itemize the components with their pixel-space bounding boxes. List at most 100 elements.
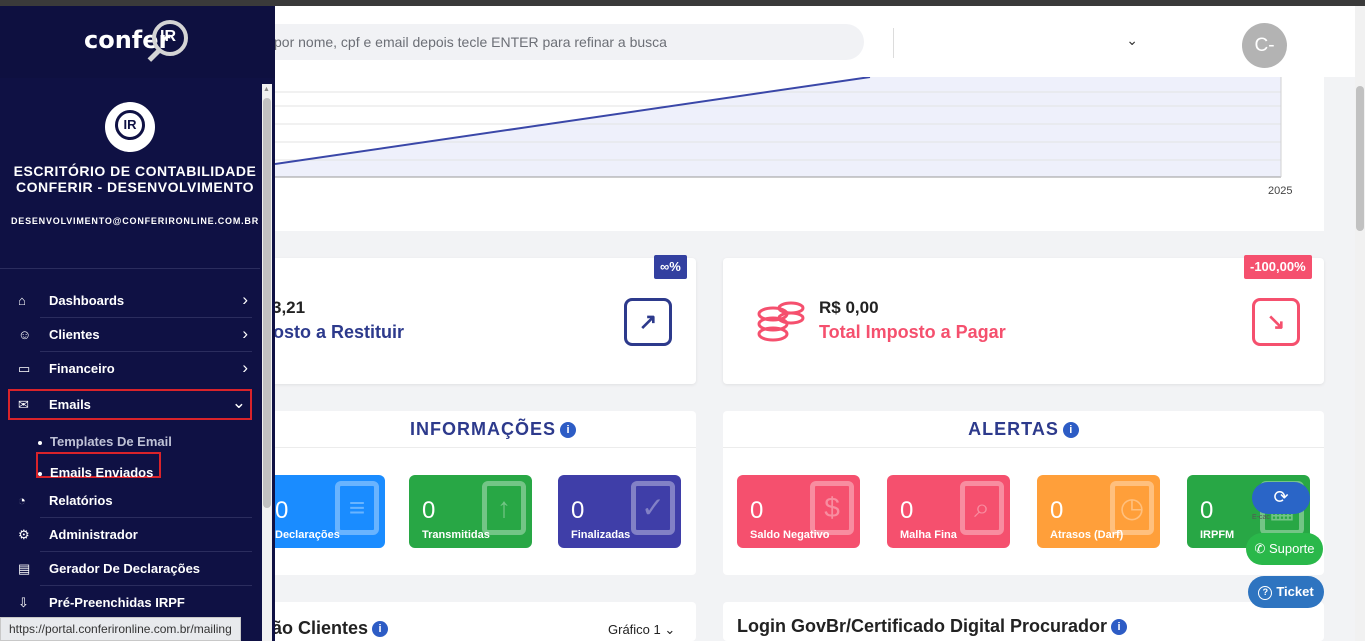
brand-logo[interactable]: confer IR	[0, 6, 275, 78]
item-divider	[40, 351, 252, 352]
whatsapp-icon: ✆	[1254, 541, 1266, 556]
avatar[interactable]: C-	[1242, 23, 1287, 68]
tile-label: Atrasos (Darf)	[1050, 529, 1124, 541]
item-divider	[40, 317, 252, 318]
sidebar-item-label: Gerador De Declarações	[49, 561, 201, 576]
suporte-button[interactable]: ✆ Suporte	[1246, 533, 1323, 565]
cloud-sync-icon: ⟳	[1252, 482, 1310, 514]
info-icon[interactable]: i	[1062, 422, 1079, 438]
sidebar-item-relatorios[interactable]: ◔ Relatórios	[8, 485, 252, 518]
sidebar-item-emails[interactable]: ✉ Emails ⌄	[8, 389, 252, 420]
company-select[interactable]: ⌄	[912, 26, 1148, 58]
login-govbr-title: Login GovBr/Certificado Digital Procurad…	[737, 616, 1128, 637]
ticket-label: Ticket	[1276, 584, 1314, 599]
kpi-pagar-badge: -100,00%	[1244, 255, 1312, 279]
coins-icon	[757, 300, 805, 344]
sidebar-item-clientes[interactable]: ☺ Clientes ›	[8, 319, 252, 352]
sidebar-subitem-templates[interactable]: Templates De Email	[38, 434, 172, 449]
chevron-down-icon: ⌄	[664, 622, 676, 637]
subitem-label: Templates De Email	[50, 434, 172, 449]
kpi-restituir-card: 3,21 posto a Restituir ∞% ↗	[250, 255, 696, 384]
panel-divider	[250, 447, 696, 448]
evolution-chart	[275, 77, 1282, 178]
chevron-right-icon: ›	[242, 324, 248, 343]
sidebar-divider	[0, 268, 260, 269]
question-icon: ?	[1258, 586, 1273, 600]
kpi-restituir-badge: ∞%	[654, 255, 687, 279]
org-logo: IR	[105, 102, 155, 152]
sidebar-subitem-emails-enviados[interactable]: Emails Enviados	[38, 465, 153, 480]
bullet-icon	[38, 471, 42, 476]
sidebar-item-label: Financeiro	[49, 361, 115, 376]
tile-declaracoes[interactable]: ≡ 0 Declarações	[262, 475, 385, 548]
tile-value: 0	[571, 497, 585, 524]
subitem-label: Emails Enviados	[50, 465, 154, 480]
grafico-select-value: Gráfico 1	[608, 622, 661, 637]
money-icon: $	[810, 481, 854, 535]
chevron-right-icon: ›	[242, 290, 248, 309]
informacoes-title: INFORMAÇÕES i	[250, 419, 696, 440]
chevron-down-icon: ⌄	[231, 393, 246, 412]
search-file-icon: ⌕	[960, 481, 1004, 535]
sidebar-item-financeiro[interactable]: ▭ Financeiro ›	[8, 353, 252, 383]
sidebar-scrollbar-thumb[interactable]	[263, 98, 271, 508]
page-scrollbar[interactable]	[1355, 6, 1365, 641]
kpi-restituir-value: 3,21	[272, 298, 306, 317]
ecac-caption: E-cac	[1252, 514, 1270, 521]
page-scrollbar-thumb[interactable]	[1356, 86, 1364, 231]
sidebar-scrollbar[interactable]: ▲	[262, 84, 272, 641]
tile-atrasos[interactable]: ◷ 0 Atrasos (Darf)	[1037, 475, 1160, 548]
tile-saldo-negativo[interactable]: $ 0 Saldo Negativo	[737, 475, 860, 548]
x-tick-label: 2025	[1268, 185, 1293, 197]
tile-transmitidas[interactable]: ↑ 0 Transmitidas	[409, 475, 532, 548]
trend-up-icon: ↗	[624, 298, 672, 346]
info-icon[interactable]: i	[560, 422, 576, 438]
sidebar-item-gerador[interactable]: ▤ Gerador De Declarações	[8, 553, 252, 586]
sidebar-item-pre-preenchidas[interactable]: ⇩ Pré-Preenchidas IRPF	[8, 587, 252, 617]
bullet-icon	[38, 440, 42, 445]
chevron-down-icon: ⌄	[1126, 32, 1138, 48]
informacoes-panel: INFORMAÇÕES i ≡ 0 Declarações ↑ 0 Transmi…	[250, 411, 696, 575]
clientes-chart-title: ão Clientes i	[272, 618, 389, 639]
grafico-select[interactable]: Gráfico 1 ⌄	[608, 622, 675, 638]
tile-malha-fina[interactable]: ⌕ 0 Malha Fina	[887, 475, 1010, 548]
org-name: ESCRITÓRIO DE CONTABILIDADE CONFERIR - D…	[13, 163, 257, 195]
trend-down-icon: ↘	[1252, 298, 1300, 346]
search-placeholder: por nome, cpf e email depois tecle ENTER…	[274, 34, 667, 50]
document-icon: ≡	[335, 481, 379, 535]
evolution-chart-card	[275, 77, 1324, 231]
card-icon: ▭	[18, 361, 31, 376]
sidebar-item-label: Emails	[49, 397, 91, 412]
info-icon[interactable]: i	[372, 621, 389, 637]
item-divider	[40, 517, 252, 518]
search-input[interactable]: por nome, cpf e email depois tecle ENTER…	[250, 24, 864, 60]
item-divider	[40, 551, 252, 552]
tile-finalizadas[interactable]: ✓ 0 Finalizadas	[558, 475, 681, 548]
tile-label: Saldo Negativo	[750, 529, 830, 541]
kpi-restituir-label: posto a Restituir	[262, 322, 405, 342]
tile-label: Malha Fina	[900, 529, 957, 541]
upload-file-icon: ↑	[482, 481, 526, 535]
org-logo-text: IR	[115, 110, 145, 140]
informacoes-title-text: INFORMAÇÕES	[410, 419, 556, 439]
alertas-title: ALERTAS i	[723, 419, 1324, 440]
user-gear-icon: ⚙	[18, 527, 30, 542]
org-email: DESENVOLVIMENTO@CONFERIRONLINE.COM.BR	[10, 216, 260, 226]
info-icon[interactable]: i	[1111, 619, 1128, 635]
ecac-button[interactable]: ⟳ E-cac	[1252, 480, 1310, 530]
tile-value: 0	[1200, 497, 1214, 524]
kpi-pagar-label: Total Imposto a Pagar	[819, 322, 1006, 342]
clientes-chart-title-text: ão Clientes	[272, 618, 369, 638]
kpi-pagar-card: R$ 0,00 Total Imposto a Pagar -100,00% ↘	[723, 255, 1324, 384]
sidebar-item-dashboards[interactable]: ⌂ Dashboards ›	[8, 285, 252, 318]
chevron-right-icon: ›	[242, 358, 248, 377]
download-icon: ⇩	[18, 595, 29, 610]
sidebar-item-administrador[interactable]: ⚙ Administrador	[8, 519, 252, 552]
scroll-up-icon[interactable]: ▲	[263, 86, 270, 93]
sidebar-item-label: Clientes	[49, 327, 100, 342]
alertas-panel: ALERTAS i $ 0 Saldo Negativo ⌕ 0 Malha Fi…	[723, 411, 1324, 575]
suporte-label: Suporte	[1268, 541, 1315, 556]
pie-chart-icon: ◔	[18, 493, 26, 508]
ticket-button[interactable]: ? Ticket	[1248, 576, 1324, 608]
login-govbr-card: Login GovBr/Certificado Digital Procurad…	[723, 602, 1324, 641]
